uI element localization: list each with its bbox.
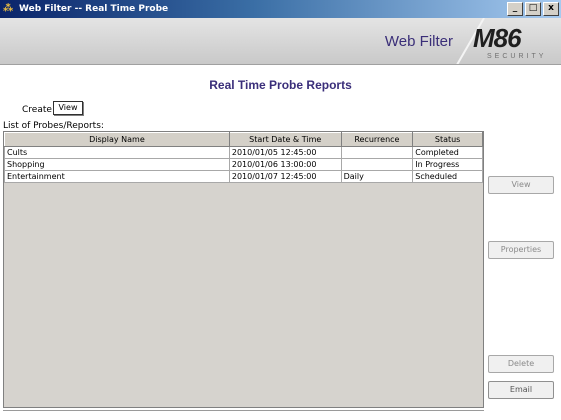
column-header-recurrence[interactable]: Recurrence	[340, 132, 414, 147]
m86-logo: M86 SECURITY	[469, 23, 553, 63]
table-row[interactable]: Entertainment 2010/01/07 12:45:00 Daily …	[4, 170, 483, 183]
probes-table: Display Name Start Date & Time Recurrenc…	[4, 132, 483, 183]
probes-table-panel[interactable]: Display Name Start Date & Time Recurrenc…	[3, 131, 484, 408]
footer-divider	[3, 410, 484, 411]
header-banner: Web Filter M86 SECURITY	[0, 18, 561, 65]
app-icon: ⁂	[3, 3, 14, 14]
cell-status: Completed	[412, 146, 483, 159]
product-name: Web Filter	[384, 33, 453, 50]
logo-text: M86	[473, 23, 522, 53]
logo-subtext: SECURITY	[487, 53, 547, 60]
cell-status: Scheduled	[412, 170, 483, 183]
list-label: List of Probes/Reports:	[3, 121, 104, 131]
create-view-button[interactable]: View	[53, 101, 83, 115]
view-button[interactable]: View	[488, 176, 554, 194]
delete-button[interactable]: Delete	[488, 355, 554, 373]
window-title: Web Filter -- Real Time Probe	[19, 4, 169, 14]
properties-button[interactable]: Properties	[488, 241, 554, 259]
cell-recurrence	[340, 158, 414, 171]
cell-display-name: Entertainment	[4, 170, 230, 183]
email-button[interactable]: Email	[488, 381, 554, 399]
table-header-row: Display Name Start Date & Time Recurrenc…	[4, 132, 483, 147]
cell-display-name: Shopping	[4, 158, 230, 171]
cell-recurrence: Daily	[340, 170, 414, 183]
create-label: Create	[22, 105, 52, 115]
table-row[interactable]: Cults 2010/01/05 12:45:00 Completed	[4, 146, 483, 159]
maximize-button[interactable]: □	[525, 2, 541, 16]
table-row[interactable]: Shopping 2010/01/06 13:00:00 In Progress	[4, 158, 483, 171]
cell-start-date: 2010/01/06 13:00:00	[228, 158, 342, 171]
column-header-status[interactable]: Status	[412, 132, 483, 147]
minimize-button[interactable]: _	[507, 2, 523, 16]
window-controls: _ □ x	[507, 2, 559, 16]
window-titlebar[interactable]: ⁂ Web Filter -- Real Time Probe _ □ x	[0, 0, 561, 18]
column-header-start-date[interactable]: Start Date & Time	[228, 132, 342, 147]
column-header-display-name[interactable]: Display Name	[4, 132, 230, 147]
cell-start-date: 2010/01/05 12:45:00	[228, 146, 342, 159]
cell-start-date: 2010/01/07 12:45:00	[228, 170, 342, 183]
page-title: Real Time Probe Reports	[209, 78, 352, 92]
close-button[interactable]: x	[543, 2, 559, 16]
cell-display-name: Cults	[4, 146, 230, 159]
cell-status: In Progress	[412, 158, 483, 171]
cell-recurrence	[340, 146, 414, 159]
